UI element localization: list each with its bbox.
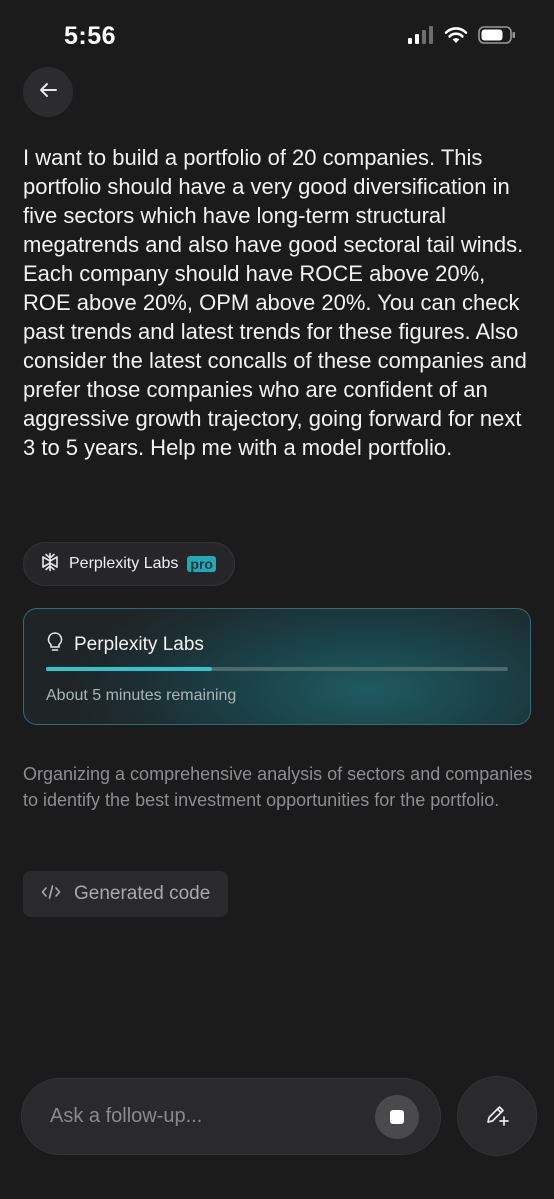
new-thread-button[interactable] xyxy=(457,1076,537,1156)
screen: 5:56 I want to build a portfolio of 20 c… xyxy=(0,0,554,1199)
lightbulb-icon xyxy=(46,631,64,658)
progress-card[interactable]: Perplexity Labs About 5 minutes remainin… xyxy=(23,608,531,725)
progress-track xyxy=(46,667,508,671)
labs-chip-label: Perplexity Labs xyxy=(69,555,179,572)
status-bar: 5:56 xyxy=(0,0,554,70)
followup-input[interactable] xyxy=(50,1079,350,1154)
back-button[interactable] xyxy=(23,67,73,117)
pro-badge: pro xyxy=(187,556,216,572)
wifi-icon xyxy=(444,26,468,49)
battery-icon xyxy=(478,26,516,49)
progress-title-row: Perplexity Labs xyxy=(46,631,204,658)
status-icons xyxy=(408,26,516,49)
stop-button[interactable] xyxy=(375,1095,419,1139)
progress-remaining: About 5 minutes remaining xyxy=(46,687,237,704)
generated-code-button[interactable]: Generated code xyxy=(23,871,229,917)
generated-code-label: Generated code xyxy=(74,883,211,904)
code-icon xyxy=(41,884,61,905)
stop-icon xyxy=(390,1110,404,1124)
signal-icon xyxy=(408,26,434,49)
arrow-left-icon xyxy=(37,79,59,106)
progress-title: Perplexity Labs xyxy=(74,633,204,655)
status-time: 5:56 xyxy=(64,22,117,50)
labs-chip[interactable]: Perplexity Labs pro xyxy=(23,542,235,586)
followup-bar xyxy=(21,1078,441,1155)
progress-fill xyxy=(46,667,213,671)
query-text: I want to build a portfolio of 20 compan… xyxy=(23,145,527,460)
status-description: Organizing a comprehensive analysis of s… xyxy=(23,764,533,810)
edit-plus-icon xyxy=(484,1101,510,1132)
labs-icon xyxy=(40,552,60,577)
